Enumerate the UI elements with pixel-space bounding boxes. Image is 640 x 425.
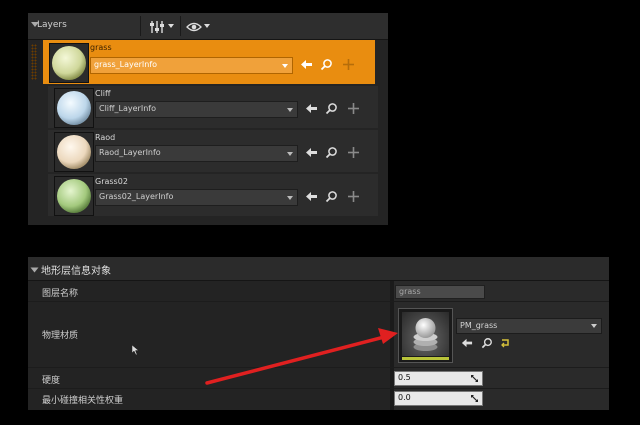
physical-material-icon bbox=[413, 318, 438, 351]
layer-name: Raod bbox=[95, 133, 116, 142]
visibility-button[interactable] bbox=[186, 19, 210, 33]
material-thumbnail[interactable] bbox=[398, 308, 453, 363]
spin-arrows-icon[interactable] bbox=[470, 394, 479, 403]
details-title: 地形层信息对象 bbox=[41, 266, 111, 277]
plus-icon[interactable] bbox=[342, 58, 355, 71]
search-icon[interactable] bbox=[481, 337, 493, 349]
layer-info-value: Cliff_LayerInfo bbox=[99, 104, 156, 113]
material-preview bbox=[402, 312, 449, 356]
hardness-label: 硬度 bbox=[42, 376, 61, 386]
chevron-down-icon bbox=[168, 24, 174, 28]
layers-title: Layers bbox=[37, 20, 67, 30]
chevron-down-icon bbox=[287, 152, 293, 156]
physical-material-label: 物理材质 bbox=[42, 331, 79, 341]
divider bbox=[28, 367, 609, 368]
chevron-down-icon bbox=[287, 108, 293, 112]
divider bbox=[28, 301, 609, 302]
layer-info-value: Grass02_LayerInfo bbox=[99, 192, 174, 201]
min-blend-weight-label: 最小碰撞相关性权重 bbox=[42, 396, 124, 406]
layers-panel: Layers grass grass_LayerInfo Cliff Cliff… bbox=[28, 13, 388, 225]
layer-thumbnail bbox=[54, 88, 94, 128]
plus-icon[interactable] bbox=[347, 146, 360, 159]
details-header[interactable]: 地形层信息对象 bbox=[28, 257, 609, 281]
asset-type-bar bbox=[402, 357, 449, 360]
plus-icon[interactable] bbox=[347, 190, 360, 203]
filter-button[interactable] bbox=[149, 19, 175, 33]
sphere-preview-icon bbox=[55, 89, 93, 127]
sphere-preview-icon bbox=[50, 44, 88, 82]
chevron-down-icon bbox=[282, 64, 288, 68]
chevron-down-icon bbox=[204, 24, 210, 28]
layer-thumbnail bbox=[54, 132, 94, 172]
layer-info-value: grass_LayerInfo bbox=[94, 60, 158, 69]
sphere-preview-icon bbox=[55, 133, 93, 171]
layer-name-field: grass bbox=[395, 285, 485, 299]
sphere-preview-icon bbox=[55, 177, 93, 215]
details-panel: 地形层信息对象 图层名称 grass 物理材质 PM_grass 硬度 0.5 … bbox=[28, 257, 609, 410]
divider bbox=[140, 16, 141, 36]
layer-row-grass02[interactable]: Grass02 Grass02_LayerInfo bbox=[48, 174, 378, 216]
layer-name-value: grass bbox=[399, 287, 421, 296]
layer-name: Cliff bbox=[95, 89, 111, 98]
hardness-value: 0.5 bbox=[398, 373, 411, 382]
layer-info-dropdown[interactable]: grass_LayerInfo bbox=[90, 57, 293, 74]
chevron-down-icon bbox=[591, 324, 597, 328]
divider bbox=[180, 16, 181, 36]
plus-icon[interactable] bbox=[347, 102, 360, 115]
divider bbox=[28, 388, 609, 389]
eye-icon bbox=[186, 22, 202, 32]
layer-row-raod[interactable]: Raod Raod_LayerInfo bbox=[48, 130, 378, 172]
min-blend-weight-input[interactable]: 0.0 bbox=[394, 391, 483, 406]
left-arrow-icon[interactable] bbox=[300, 58, 313, 71]
sliders-icon bbox=[150, 21, 164, 33]
search-icon[interactable] bbox=[320, 58, 333, 71]
physical-material-value: PM_grass bbox=[460, 321, 498, 330]
layer-info-dropdown[interactable]: Grass02_LayerInfo bbox=[95, 189, 298, 206]
layers-header: Layers bbox=[28, 13, 388, 40]
layer-row-grass[interactable]: grass grass_LayerInfo bbox=[31, 40, 375, 84]
search-icon[interactable] bbox=[325, 190, 338, 203]
min-blend-weight-value: 0.0 bbox=[398, 393, 411, 402]
spin-arrows-icon[interactable] bbox=[470, 374, 479, 383]
left-arrow-icon[interactable] bbox=[305, 102, 318, 115]
layer-thumbnail bbox=[49, 43, 89, 83]
collapse-arrow-icon[interactable] bbox=[30, 267, 39, 273]
chevron-down-icon bbox=[287, 196, 293, 200]
reset-icon[interactable] bbox=[500, 338, 510, 348]
mouse-cursor-icon bbox=[132, 345, 140, 355]
left-arrow-icon[interactable] bbox=[305, 190, 318, 203]
layer-info-value: Raod_LayerInfo bbox=[99, 148, 161, 157]
left-arrow-icon[interactable] bbox=[461, 337, 473, 349]
left-arrow-icon[interactable] bbox=[305, 146, 318, 159]
drag-handle[interactable] bbox=[31, 44, 37, 80]
layer-row-cliff[interactable]: Cliff Cliff_LayerInfo bbox=[48, 86, 378, 128]
layer-info-dropdown[interactable]: Raod_LayerInfo bbox=[95, 145, 298, 162]
physical-material-dropdown[interactable]: PM_grass bbox=[456, 318, 602, 334]
search-icon[interactable] bbox=[325, 102, 338, 115]
layer-name-label: 图层名称 bbox=[42, 289, 79, 299]
layer-name: grass bbox=[90, 43, 112, 52]
hardness-input[interactable]: 0.5 bbox=[394, 371, 483, 386]
layer-thumbnail bbox=[54, 176, 94, 216]
layer-name: Grass02 bbox=[95, 177, 128, 186]
layer-info-dropdown[interactable]: Cliff_LayerInfo bbox=[95, 101, 298, 118]
search-icon[interactable] bbox=[325, 146, 338, 159]
